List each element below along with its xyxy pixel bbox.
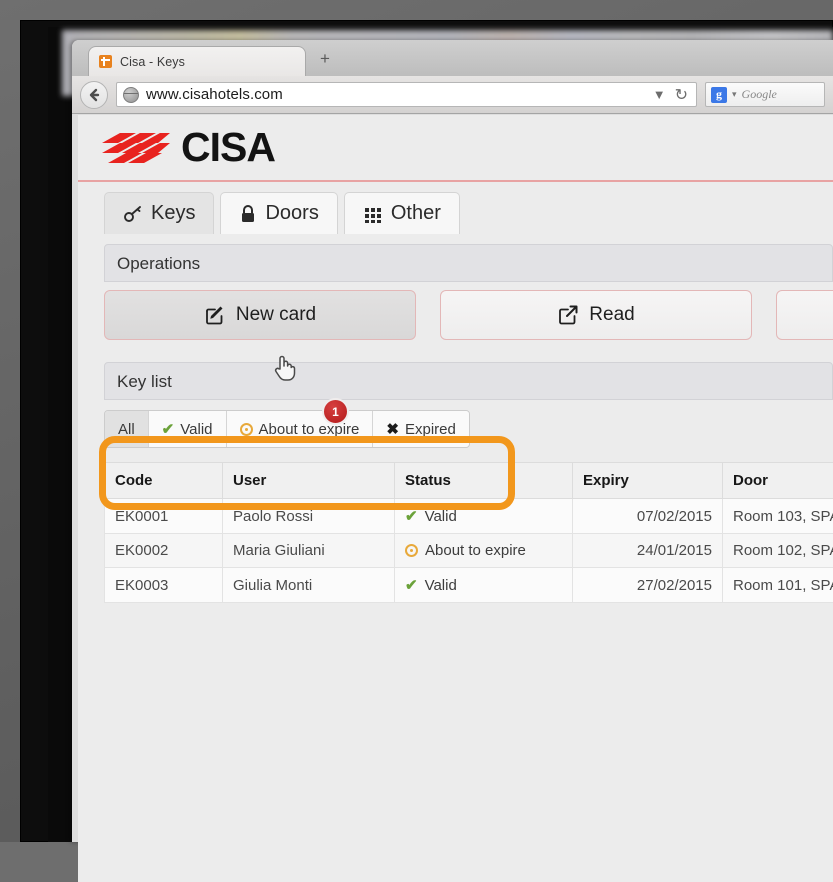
tab-keys-label: Keys xyxy=(151,202,195,225)
cell-status: About to expire xyxy=(395,534,573,568)
tab-other[interactable]: Other xyxy=(344,192,460,234)
google-logo-icon: g xyxy=(711,87,727,103)
section-tabs: Keys Doors xyxy=(78,182,833,234)
status-badge: 1 xyxy=(322,398,349,425)
web-page: CISA Keys Doors xyxy=(78,115,833,882)
desktop-background: Cisa - Keys + www.cisahotels.com ▼ ↻ xyxy=(0,0,833,842)
cell-code: EK0001 xyxy=(105,499,223,534)
new-tab-button[interactable]: + xyxy=(320,52,330,66)
cell-status-label: About to expire xyxy=(425,542,526,559)
filter-all-label: All xyxy=(118,421,135,438)
filter-expired-label: Expired xyxy=(405,421,456,438)
back-arrow-icon xyxy=(87,88,101,102)
browser-tab[interactable]: Cisa - Keys xyxy=(88,46,306,76)
key-list-table: Code User Status Expiry Door EK0001 Paol… xyxy=(104,462,833,603)
new-card-button[interactable]: New card xyxy=(104,290,416,340)
cell-status-label: Valid xyxy=(425,577,457,594)
filter-pill-group: All ✔ Valid About to expire ✖ Expired xyxy=(104,410,470,448)
cell-door: Room 103, SPA xyxy=(723,499,833,534)
browser-tab-title: Cisa - Keys xyxy=(120,55,185,69)
cell-door: Room 101, SPA xyxy=(723,568,833,603)
x-icon: ✖ xyxy=(386,420,399,438)
tab-other-label: Other xyxy=(391,202,441,225)
table-header-row: Code User Status Expiry Door xyxy=(105,463,833,499)
back-button[interactable] xyxy=(80,81,108,109)
address-bar-url: www.cisahotels.com xyxy=(146,86,283,103)
globe-icon xyxy=(123,87,139,103)
browser-toolbar: www.cisahotels.com ▼ ↻ g ▾ Google xyxy=(72,76,833,114)
read-button[interactable]: Read xyxy=(440,290,752,340)
cell-expiry: 07/02/2015 xyxy=(573,499,723,534)
check-icon: ✔ xyxy=(405,576,418,594)
table-row[interactable]: EK0002 Maria Giuliani About to expire 24… xyxy=(105,534,833,568)
cell-door: Room 102, SPA xyxy=(723,534,833,568)
cell-expiry: 24/01/2015 xyxy=(573,534,723,568)
cell-user: Maria Giuliani xyxy=(223,534,395,568)
column-expiry[interactable]: Expiry xyxy=(573,463,723,499)
clock-icon xyxy=(240,423,253,436)
filter-valid-label: Valid xyxy=(180,421,212,438)
browser-search-box[interactable]: g ▾ Google xyxy=(705,82,825,107)
filter-about-to-expire-label: About to expire xyxy=(259,421,360,438)
read-button-label: Read xyxy=(589,304,634,326)
filter-valid[interactable]: ✔ Valid xyxy=(149,411,227,447)
external-link-icon xyxy=(557,304,579,326)
browser-window: Cisa - Keys + www.cisahotels.com ▼ ↻ xyxy=(72,40,833,842)
column-code[interactable]: Code xyxy=(105,463,223,499)
column-door[interactable]: Door xyxy=(723,463,833,499)
cell-user: Giulia Monti xyxy=(223,568,395,603)
cisa-chip-icon xyxy=(99,55,112,68)
pencil-square-icon xyxy=(204,304,226,326)
filter-all[interactable]: All xyxy=(105,411,149,447)
column-user[interactable]: User xyxy=(223,463,395,499)
operations-buttons: New card Read xyxy=(104,290,833,340)
chevron-down-icon[interactable]: ▾ xyxy=(732,89,737,100)
browser-tab-strip: Cisa - Keys + xyxy=(72,40,833,76)
tab-doors[interactable]: Doors xyxy=(220,192,337,234)
tab-keys[interactable]: Keys xyxy=(104,192,214,234)
page-title: CISA xyxy=(181,124,275,171)
lock-icon xyxy=(239,204,257,224)
filter-expired[interactable]: ✖ Expired xyxy=(373,411,468,447)
clock-icon xyxy=(405,544,418,557)
key-list-panel-title: Key list xyxy=(104,362,833,400)
grid-icon xyxy=(363,204,383,224)
key-filters: All ✔ Valid About to expire ✖ Expired xyxy=(104,410,833,448)
operations-panel-title: Operations xyxy=(104,244,833,282)
cell-code: EK0003 xyxy=(105,568,223,603)
site-header: CISA xyxy=(78,115,833,182)
table-row[interactable]: EK0001 Paolo Rossi ✔ Valid 07/02/2015 Ro… xyxy=(105,499,833,534)
tab-doors-label: Doors xyxy=(265,202,318,225)
cell-user: Paolo Rossi xyxy=(223,499,395,534)
reload-icon[interactable]: ↻ xyxy=(675,85,688,105)
cell-code: EK0002 xyxy=(105,534,223,568)
cisa-stripes-logo xyxy=(100,129,172,167)
column-status[interactable]: Status xyxy=(395,463,573,499)
new-card-button-label: New card xyxy=(236,304,316,326)
filter-about-to-expire[interactable]: About to expire xyxy=(227,411,374,447)
bookmark-caret-icon[interactable]: ▼ xyxy=(653,87,666,102)
table-row[interactable]: EK0003 Giulia Monti ✔ Valid 27/02/2015 R… xyxy=(105,568,833,603)
check-icon: ✔ xyxy=(405,507,418,525)
cell-expiry: 27/02/2015 xyxy=(573,568,723,603)
cell-status: ✔ Valid xyxy=(395,568,573,603)
search-engine-label: Google xyxy=(742,87,777,102)
cell-status-label: Valid xyxy=(425,508,457,525)
key-icon xyxy=(123,204,143,224)
address-bar[interactable]: www.cisahotels.com ▼ ↻ xyxy=(116,82,697,107)
third-operation-button[interactable] xyxy=(776,290,833,340)
check-icon: ✔ xyxy=(162,420,175,438)
cell-status: ✔ Valid xyxy=(395,499,573,534)
address-bar-actions: ▼ ↻ xyxy=(653,85,690,105)
